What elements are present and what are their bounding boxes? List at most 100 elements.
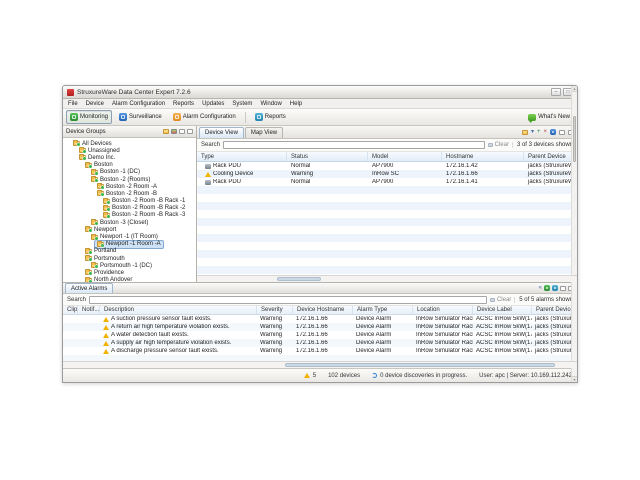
collapse-panel-icon[interactable]: « <box>539 285 542 291</box>
column-header[interactable]: Clip <box>63 306 78 314</box>
delete-device-icon[interactable]: × <box>543 129 547 135</box>
menu-item[interactable]: Reports <box>173 101 194 107</box>
tree-item[interactable]: Newport -1 Room -A <box>63 241 196 248</box>
clear-search-button[interactable]: Clear <box>490 297 511 303</box>
alarm-table-row[interactable]: A supply air high temperature violation … <box>63 339 577 347</box>
tree-item[interactable]: Boston -2 Room -A <box>63 183 196 190</box>
alarm-hostname: 172.16.1.66 <box>293 348 353 354</box>
alarm-device-label: ACSC InRow 5kW(172.16... <box>473 348 532 354</box>
warning-icon <box>103 349 109 354</box>
menu-item[interactable]: File <box>68 101 78 107</box>
alarm-device-label: ACSC InRow 5kW(172.16... <box>473 324 532 330</box>
tree-item[interactable]: Portland <box>63 248 196 255</box>
status-user-server: User: apc | Server: 10.169.112.242 <box>479 373 572 379</box>
scroll-up-icon[interactable]: ▴ <box>572 86 577 92</box>
column-header[interactable]: Alarm Type <box>353 306 413 314</box>
device-hscrollbar[interactable] <box>197 275 577 282</box>
tab-device-view[interactable]: Device View <box>199 127 244 138</box>
column-header[interactable]: Status <box>287 152 368 161</box>
scrollbar-thumb[interactable] <box>573 116 576 162</box>
menu-item[interactable]: System <box>232 101 252 107</box>
alarm-configuration-button[interactable]: Alarm Configuration <box>169 110 240 124</box>
device-view-panel: Device View Map View ▾ + × Search Clea <box>197 126 577 282</box>
tree-item[interactable]: Newport -1 (IT Room) <box>63 233 196 240</box>
alarm-search-input[interactable] <box>89 296 487 304</box>
surveillance-button[interactable]: Surveillance <box>115 110 166 124</box>
column-header[interactable]: Device Label <box>473 306 532 314</box>
tree-item[interactable]: All Devices <box>63 140 196 147</box>
monitor-tool-icon[interactable] <box>550 129 556 135</box>
tree-item[interactable]: Boston -2 Room -B <box>63 190 196 197</box>
reports-button[interactable]: Reports <box>251 110 290 124</box>
folder-icon[interactable] <box>163 129 169 134</box>
device-groups-panel: Device Groups All Devices <box>63 126 197 282</box>
export-alarms-icon[interactable] <box>544 285 550 291</box>
alarm-device-label: ACSC InRow 5kW(172.16... <box>473 332 532 338</box>
tab-active-alarms[interactable]: Active Alarms <box>65 283 113 293</box>
tree-scrollbar[interactable]: ▴ ▾ <box>571 86 577 382</box>
device-count-label: 3 of 3 devices shown <box>512 142 573 148</box>
menu-item[interactable]: Alarm Configuration <box>112 101 165 107</box>
tree-item[interactable]: Newport <box>63 226 196 233</box>
tree-item[interactable]: North Andover <box>63 277 196 282</box>
tree-item[interactable]: Boston -2 (Rooms) <box>63 176 196 183</box>
alarm-table-row[interactable]: A return air high temperature violation … <box>63 323 577 331</box>
whats-new-button[interactable]: What's New <box>524 111 574 124</box>
column-header[interactable]: Notif... <box>78 306 100 314</box>
group-menu-folder-icon[interactable] <box>522 130 528 135</box>
tree-item[interactable]: Demo Inc. <box>63 154 196 161</box>
pin-view-icon[interactable] <box>171 129 177 134</box>
device-table-rows: Rack PDU Normal AP7900 172.16.1.42 jacks… <box>197 162 577 186</box>
tree-item[interactable]: Boston -1 (DC) <box>63 169 196 176</box>
tree-item[interactable]: Boston -3 (Closet) <box>63 219 196 226</box>
alarm-table-row[interactable]: A water detection fault exists. Warning … <box>63 331 577 339</box>
scrollbar-thumb[interactable] <box>277 277 321 281</box>
tree-item[interactable]: Boston <box>63 162 196 169</box>
tab-map-view[interactable]: Map View <box>245 127 283 138</box>
tree-item-label: Boston -2 Room -B Rack -1 <box>112 198 185 204</box>
device-parent: jacks (StruxureWare Data Ce... <box>524 163 577 169</box>
monitoring-button[interactable]: Monitoring <box>66 110 112 124</box>
menu-item[interactable]: Help <box>290 101 302 107</box>
alarm-location: InRow Simulator Rack <box>413 340 473 346</box>
column-header[interactable]: Parent Device <box>524 152 577 161</box>
folder-icon <box>85 256 92 261</box>
add-device-icon[interactable]: + <box>537 129 541 135</box>
alarm-type: Device Alarm <box>353 340 413 346</box>
column-header[interactable]: Severity <box>257 306 293 314</box>
tree-item[interactable]: Portsmouth <box>63 255 196 262</box>
scrollbar-thumb[interactable] <box>285 363 555 367</box>
menu-item[interactable]: Updates <box>202 101 224 107</box>
menu-item[interactable]: Window <box>260 101 281 107</box>
column-header[interactable]: Model <box>368 152 442 161</box>
minimize-panel-icon[interactable] <box>559 130 565 135</box>
tree-item[interactable]: Boston -2 Room -B Rack -3 <box>63 212 196 219</box>
column-header[interactable]: Hostname <box>442 152 524 161</box>
device-table-row[interactable]: Rack PDU Normal AP7900 172.16.1.42 jacks… <box>197 162 577 170</box>
column-header[interactable]: Type <box>197 152 287 161</box>
tree-item[interactable]: Portsmouth -1 (DC) <box>63 262 196 269</box>
alarm-table-row[interactable]: A suction pressure sensor fault exists. … <box>63 315 577 323</box>
clear-search-button[interactable]: Clear <box>488 142 509 148</box>
tree-item[interactable]: Boston -2 Room -B Rack -2 <box>63 205 196 212</box>
minimize-window-icon[interactable]: – <box>551 88 561 96</box>
column-header[interactable]: Location <box>413 306 473 314</box>
column-header[interactable]: Device Hostname <box>293 306 353 314</box>
device-search-input[interactable] <box>223 141 485 149</box>
alarm-table-row[interactable]: A discharge pressure sensor fault exists… <box>63 347 577 355</box>
alarm-hscrollbar[interactable] <box>63 361 577 368</box>
minimize-panel-icon[interactable] <box>179 129 185 134</box>
device-table-row[interactable]: Rack PDU Normal AP7900 172.16.1.41 jacks… <box>197 178 577 186</box>
device-groups-tab[interactable]: Device Groups <box>66 129 106 135</box>
minimize-panel-icon[interactable] <box>560 286 566 291</box>
tree-item[interactable]: Boston -2 Room -B Rack -1 <box>63 198 196 205</box>
maximize-panel-icon[interactable] <box>187 129 193 134</box>
scroll-down-icon[interactable]: ▾ <box>572 376 577 382</box>
tree-item[interactable]: Providence <box>63 269 196 276</box>
device-table-row[interactable]: Cooling Device Warning InRow SC 172.16.1… <box>197 170 577 178</box>
column-header[interactable]: Description <box>100 306 257 314</box>
menu-item[interactable]: Device <box>86 101 104 107</box>
alarm-history-icon[interactable] <box>552 285 558 291</box>
chevron-down-icon[interactable]: ▾ <box>531 129 534 135</box>
tree-item[interactable]: Unassigned <box>63 147 196 154</box>
